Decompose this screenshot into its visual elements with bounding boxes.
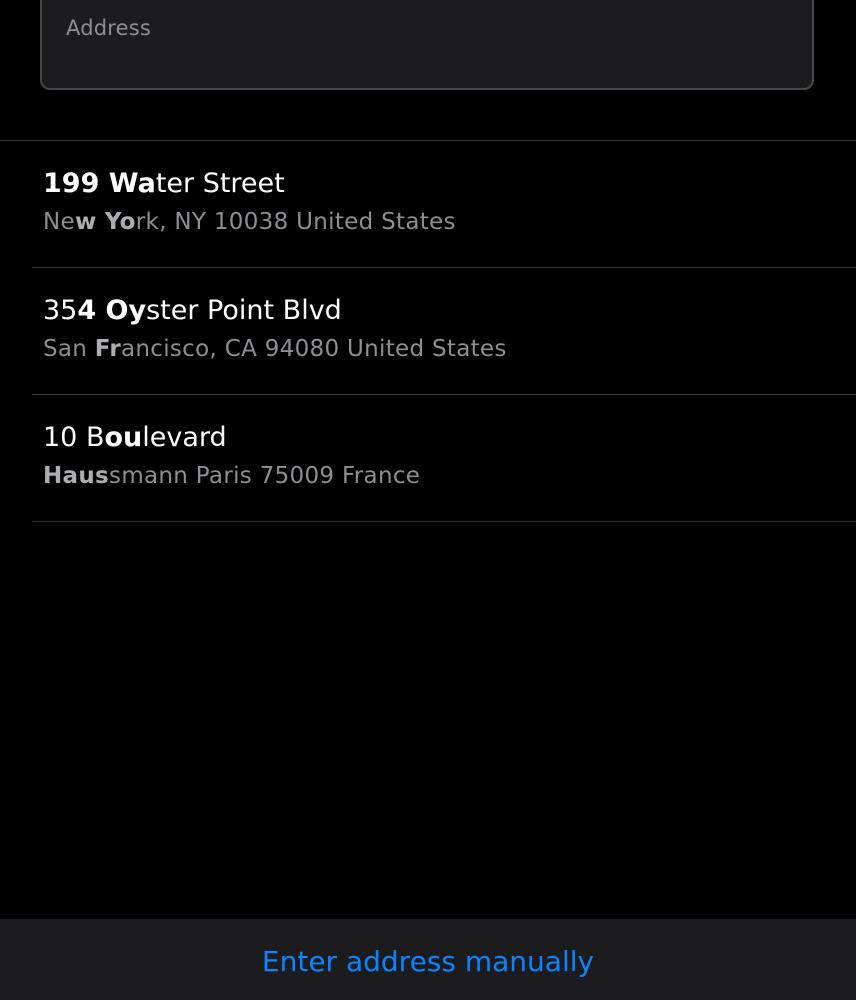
address-suggestion-3[interactable]: 10 Boulevard Haussmann Paris 75009 Franc… xyxy=(0,395,856,522)
suggestion-city: Haussmann Paris 75009 France xyxy=(43,463,421,489)
row-divider xyxy=(32,521,856,522)
footer-bar: Enter address manually xyxy=(0,919,856,1000)
address-input[interactable]: Address xyxy=(40,0,814,90)
suggestion-street: 10 Boulevard xyxy=(43,422,227,453)
address-suggestion-2[interactable]: 354 Oyster Point Blvd San Francisco, CA … xyxy=(0,268,856,395)
address-search-screen: Address 199 Water Street New York, NY 10… xyxy=(0,0,856,1000)
enter-address-manually-button[interactable]: Enter address manually xyxy=(262,945,594,978)
suggestion-city: New York, NY 10038 United States xyxy=(43,209,456,235)
address-suggestions-list: 199 Water Street New York, NY 10038 Unit… xyxy=(0,141,856,522)
suggestion-city: San Francisco, CA 94080 United States xyxy=(43,336,507,362)
suggestion-street: 199 Water Street xyxy=(43,168,285,199)
suggestion-street: 354 Oyster Point Blvd xyxy=(43,295,342,326)
address-field-label: Address xyxy=(66,16,152,40)
address-suggestion-1[interactable]: 199 Water Street New York, NY 10038 Unit… xyxy=(0,141,856,268)
